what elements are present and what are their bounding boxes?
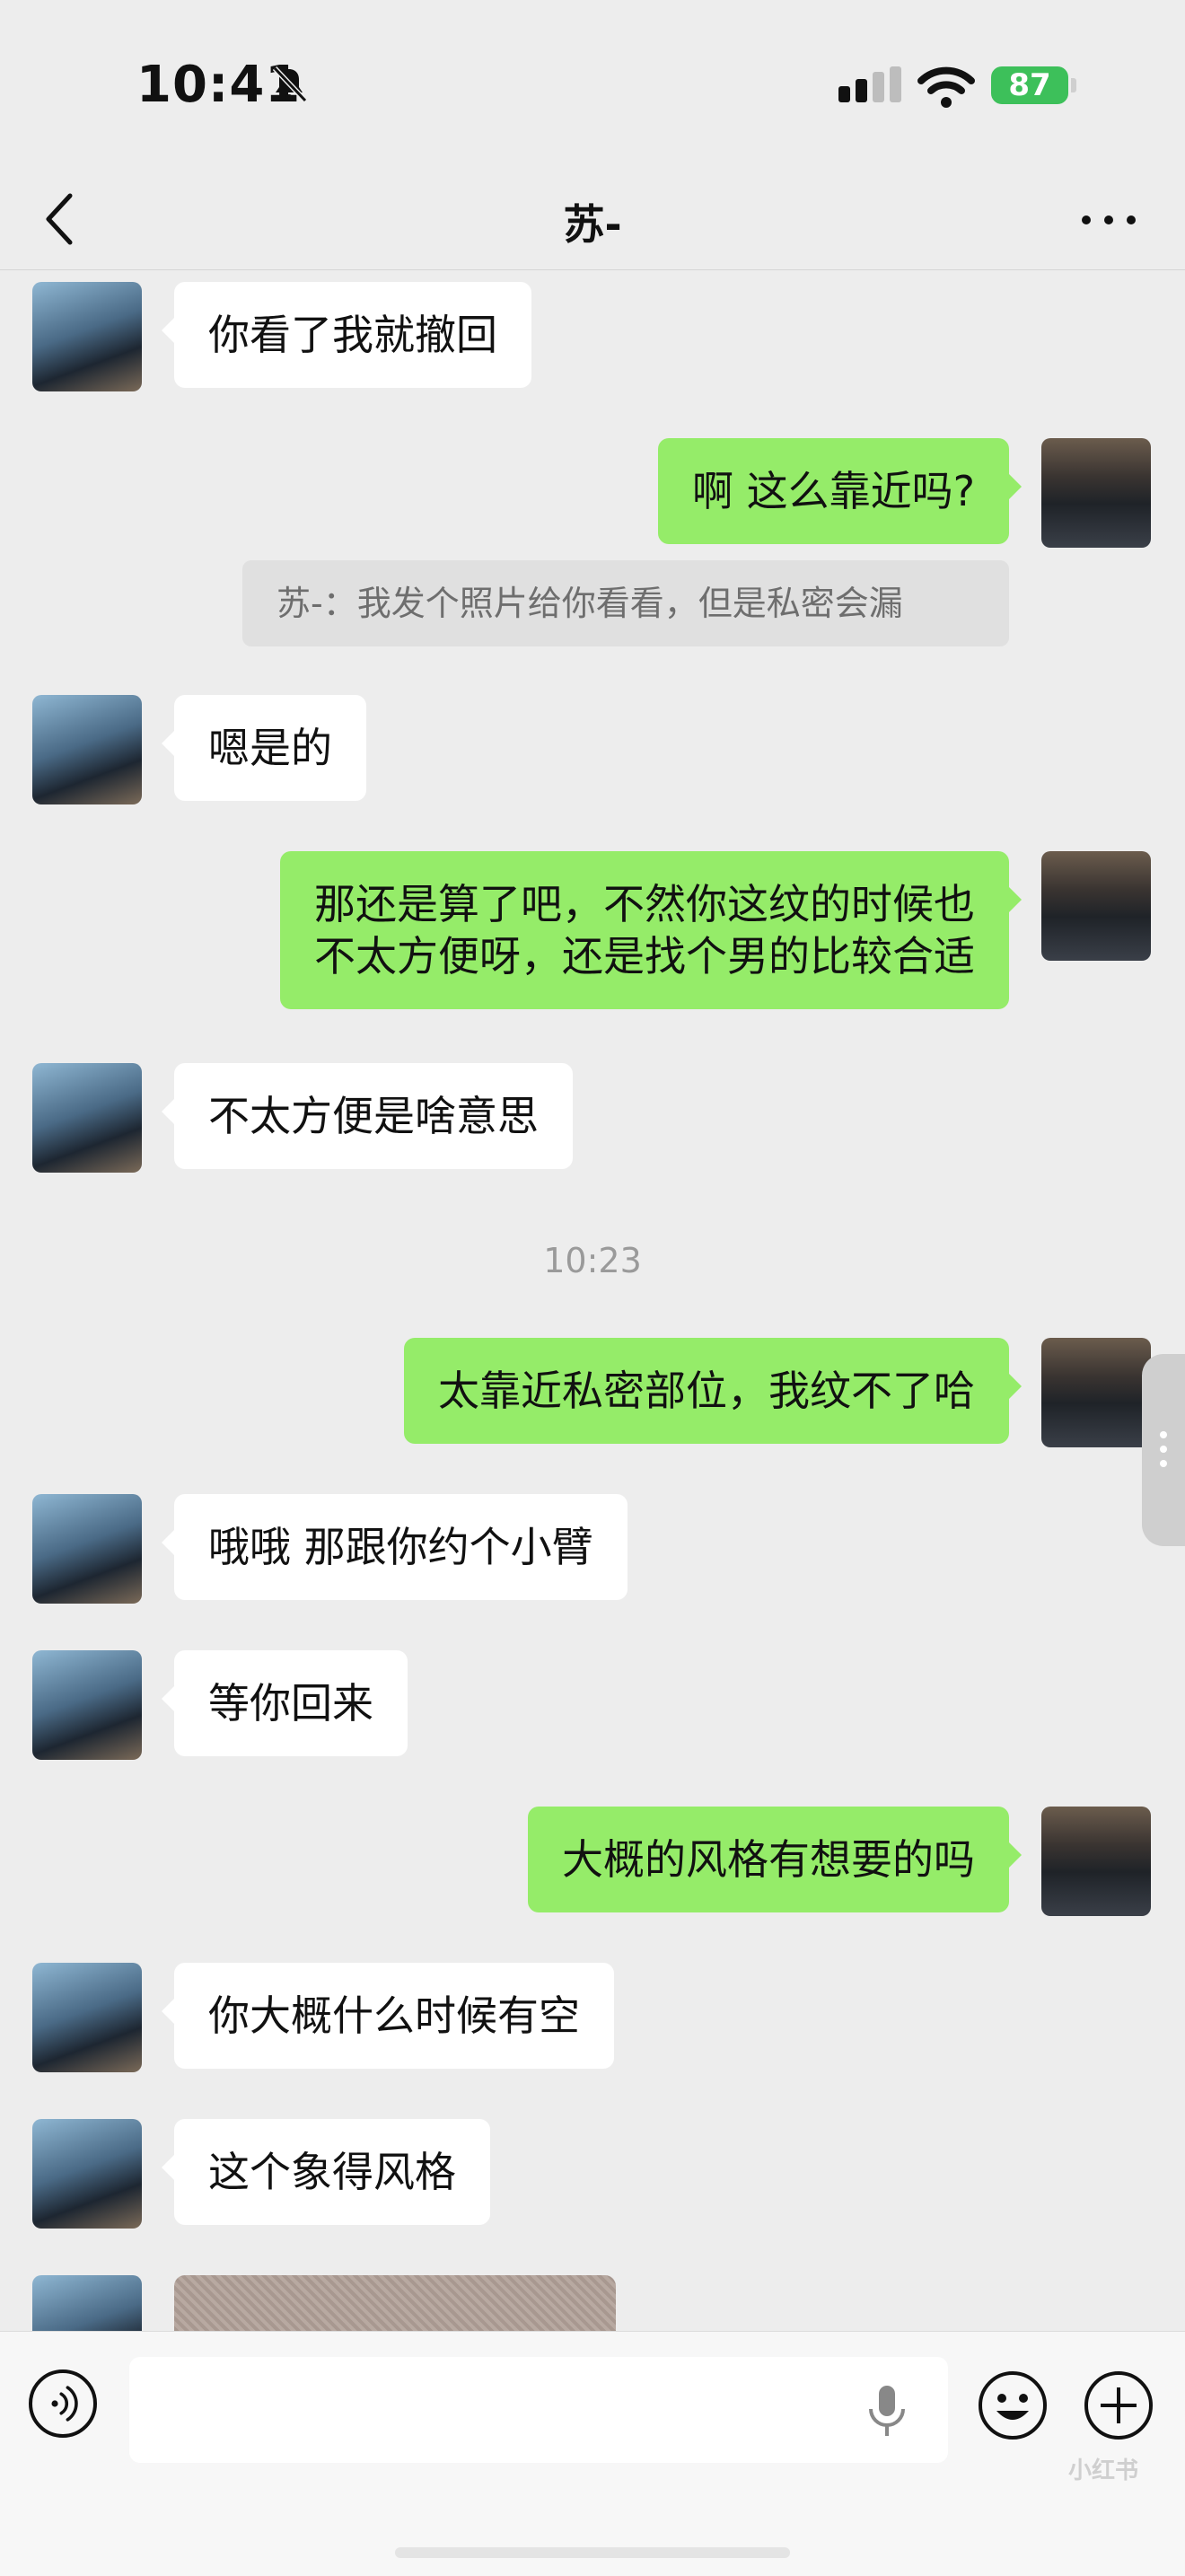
plus-icon[interactable] <box>1083 2369 1154 2441</box>
contact-avatar[interactable] <box>32 1494 142 1604</box>
contact-avatar[interactable] <box>32 2119 142 2229</box>
message-bubble-received[interactable]: 你看了我就撤回 <box>162 282 531 388</box>
bell-slash-icon <box>272 66 308 103</box>
my-avatar[interactable] <box>1041 438 1151 548</box>
contact-avatar[interactable] <box>32 1063 142 1173</box>
more-icon[interactable] <box>1077 207 1140 233</box>
watermark: 小红书 <box>1068 2457 1139 2484</box>
message-bubble-received[interactable]: 你大概什么时候有空 <box>162 1963 614 2069</box>
my-avatar[interactable] <box>1041 1338 1151 1447</box>
message-timestamp: 10:23 <box>543 1241 642 1280</box>
message-bubble-sent[interactable]: 大概的风格有想要的吗 <box>528 1807 1022 1912</box>
my-avatar[interactable] <box>1041 1807 1151 1916</box>
message-bubble-received[interactable]: 等你回来 <box>162 1650 408 1756</box>
message-bubble-received[interactable]: 哦哦 那跟你约个小臂 <box>162 1494 628 1600</box>
contact-avatar[interactable] <box>32 2275 142 2331</box>
chat-header: 苏- <box>0 171 1185 270</box>
contact-avatar[interactable] <box>32 1963 142 2072</box>
voice-icon[interactable] <box>29 2369 97 2438</box>
quoted-message[interactable]: 苏-：我发个照片给你看看，但是私密会漏 <box>242 560 1009 646</box>
status-bar: 10:41 87 <box>0 0 1185 171</box>
message-list[interactable]: 你看了我就撤回 啊 这么靠近吗? 苏-：我发个照片给你看看，但是私密会漏 嗯是的… <box>0 269 1185 2331</box>
message-bubble-sent[interactable]: 啊 这么靠近吗? <box>657 438 1023 544</box>
emoji-icon[interactable] <box>977 2369 1049 2441</box>
message-bubble-received[interactable]: 嗯是的 <box>162 695 366 801</box>
message-input[interactable] <box>129 2357 948 2463</box>
battery-icon: 87 <box>991 66 1068 104</box>
contact-avatar[interactable] <box>32 282 142 391</box>
image-message[interactable] <box>174 2275 616 2331</box>
contact-avatar[interactable] <box>32 695 142 804</box>
message-bubble-sent[interactable]: 太靠近私密部位，我纹不了哈 <box>404 1338 1022 1444</box>
home-indicator[interactable] <box>395 2547 790 2558</box>
microphone-icon[interactable] <box>864 2382 910 2440</box>
battery-tip <box>1071 78 1076 92</box>
my-avatar[interactable] <box>1041 851 1151 961</box>
message-bubble-sent[interactable]: 那还是算了吧，不然你这纹的时候也 不太方便呀，还是找个男的比较合适 <box>280 851 1022 1009</box>
message-bubble-received[interactable]: 不太方便是啥意思 <box>162 1063 573 1169</box>
input-bar: 小红书 <box>0 2331 1185 2576</box>
chat-title: 苏- <box>563 200 622 249</box>
floating-side-handle[interactable] <box>1142 1354 1185 1546</box>
message-bubble-received[interactable]: 这个象得风格 <box>162 2119 490 2225</box>
contact-avatar[interactable] <box>32 1650 142 1760</box>
wifi-icon <box>917 66 975 108</box>
